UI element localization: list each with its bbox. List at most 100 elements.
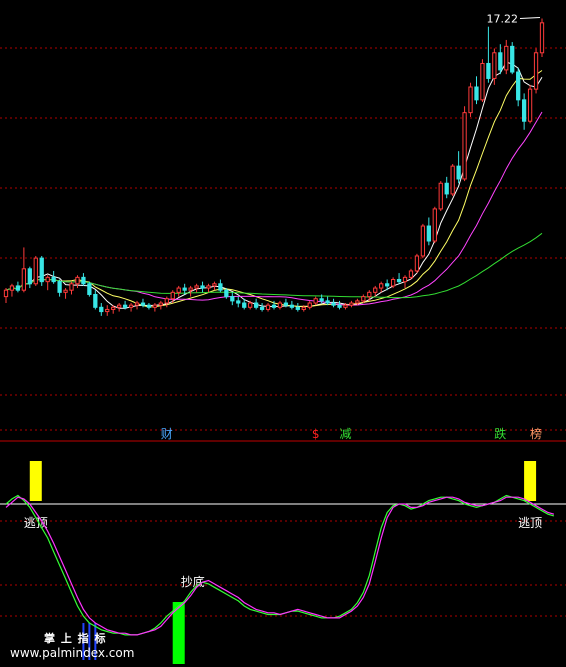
candle-body xyxy=(248,302,253,308)
candle-body xyxy=(474,86,479,101)
candle-body xyxy=(158,302,163,306)
candle-body xyxy=(15,285,21,291)
candle-body xyxy=(539,22,545,54)
candle-body xyxy=(504,45,509,71)
watermark: 掌 上 指 标 www.palmindex.com xyxy=(10,630,210,660)
candle-body xyxy=(289,304,295,308)
watermark-line1: 掌 上 指 标 xyxy=(44,632,107,645)
candle-body xyxy=(402,276,408,283)
signal-label: $ xyxy=(312,427,320,441)
candle-body xyxy=(117,304,122,308)
candle-body xyxy=(9,285,15,291)
candle-body xyxy=(122,304,128,308)
candle-body xyxy=(45,276,50,283)
candle-body xyxy=(111,306,116,310)
candle-body xyxy=(432,208,437,242)
candle-body xyxy=(182,287,187,291)
candle-body xyxy=(69,283,74,291)
candle-body xyxy=(426,225,431,242)
candle-body xyxy=(313,298,318,304)
candle-body xyxy=(468,86,473,114)
candle-body xyxy=(521,99,527,122)
candle-body xyxy=(379,283,384,289)
candle-body xyxy=(242,302,247,308)
candle-body xyxy=(533,52,539,90)
candle-body xyxy=(480,62,485,101)
candle-body xyxy=(218,283,223,291)
candle-body xyxy=(236,300,241,304)
ma60-line xyxy=(5,232,543,299)
candle-body xyxy=(164,298,169,304)
candle-body xyxy=(343,304,348,308)
candle-body xyxy=(331,302,336,306)
candle-body xyxy=(510,45,515,73)
candle-body xyxy=(75,276,80,285)
candle-body xyxy=(367,291,372,298)
candle-body xyxy=(81,276,86,285)
bottom-signal-label: 抄底 xyxy=(181,574,205,589)
candle-body xyxy=(170,291,175,300)
candle-body xyxy=(224,289,229,298)
candle-body xyxy=(516,71,521,101)
candle-body xyxy=(373,287,378,293)
ma10-line xyxy=(5,70,543,308)
candle-body xyxy=(176,287,181,293)
candle-body xyxy=(3,289,9,298)
candle-body xyxy=(194,285,199,289)
candle-body xyxy=(99,306,104,313)
candle-body xyxy=(27,268,32,285)
candle-body xyxy=(283,302,289,306)
candle-body xyxy=(63,289,68,293)
top-signal-bar xyxy=(524,461,537,501)
candle-body xyxy=(295,306,300,310)
candle-body xyxy=(408,270,414,278)
candle-body xyxy=(33,257,38,285)
ma5-line xyxy=(5,61,543,309)
high-price-arrow xyxy=(519,17,541,20)
candle-body xyxy=(527,88,533,122)
signal-label: 跌 xyxy=(494,426,506,441)
candle-body xyxy=(396,279,402,283)
candle-body xyxy=(325,300,330,304)
candle-body xyxy=(438,182,443,210)
candle-body xyxy=(134,302,140,306)
candle-body xyxy=(301,306,306,310)
candle-body xyxy=(152,304,158,308)
candle-body xyxy=(128,304,134,308)
candle-body xyxy=(319,298,324,302)
candle-body xyxy=(146,304,152,308)
stock-chart: 17.22财 $ 减跌榜逃顶抄底逃顶 xyxy=(0,13,566,664)
candle-body xyxy=(87,283,92,295)
candle-body xyxy=(349,302,354,306)
candle-body xyxy=(385,283,390,287)
candle-body xyxy=(271,304,277,308)
candle-body xyxy=(361,296,366,302)
candle-body xyxy=(420,225,426,257)
candle-body xyxy=(57,281,62,293)
candle-body xyxy=(39,257,44,283)
candle-body xyxy=(307,302,312,308)
candle-body xyxy=(450,165,455,195)
candle-body xyxy=(337,304,342,308)
candle-body xyxy=(200,285,205,289)
candle-body xyxy=(492,52,497,79)
chart-stage: 17.22 财 $ 减跌榜逃顶 抄底 逃顶 掌 上 指 标 www.palmindex.c… xyxy=(0,0,566,667)
candle-body xyxy=(462,112,467,180)
candle-body xyxy=(253,302,259,308)
candle-body xyxy=(456,165,461,180)
candle-body xyxy=(414,255,420,272)
candle-body xyxy=(21,268,27,291)
signal-label: 财 xyxy=(161,427,173,441)
high-price-label: 17.22 xyxy=(487,13,519,26)
candle-body xyxy=(355,300,360,304)
candle-body xyxy=(444,182,449,195)
candle-body xyxy=(105,308,110,313)
top-signal-label: 逃顶 xyxy=(518,516,542,530)
candle-body xyxy=(498,52,503,71)
candle-body xyxy=(188,287,193,291)
candle-body xyxy=(212,283,217,287)
top-signal-bar xyxy=(29,461,42,501)
signal-label: 减 xyxy=(339,427,351,441)
ma20-line xyxy=(5,111,543,306)
candle-body xyxy=(93,293,98,308)
